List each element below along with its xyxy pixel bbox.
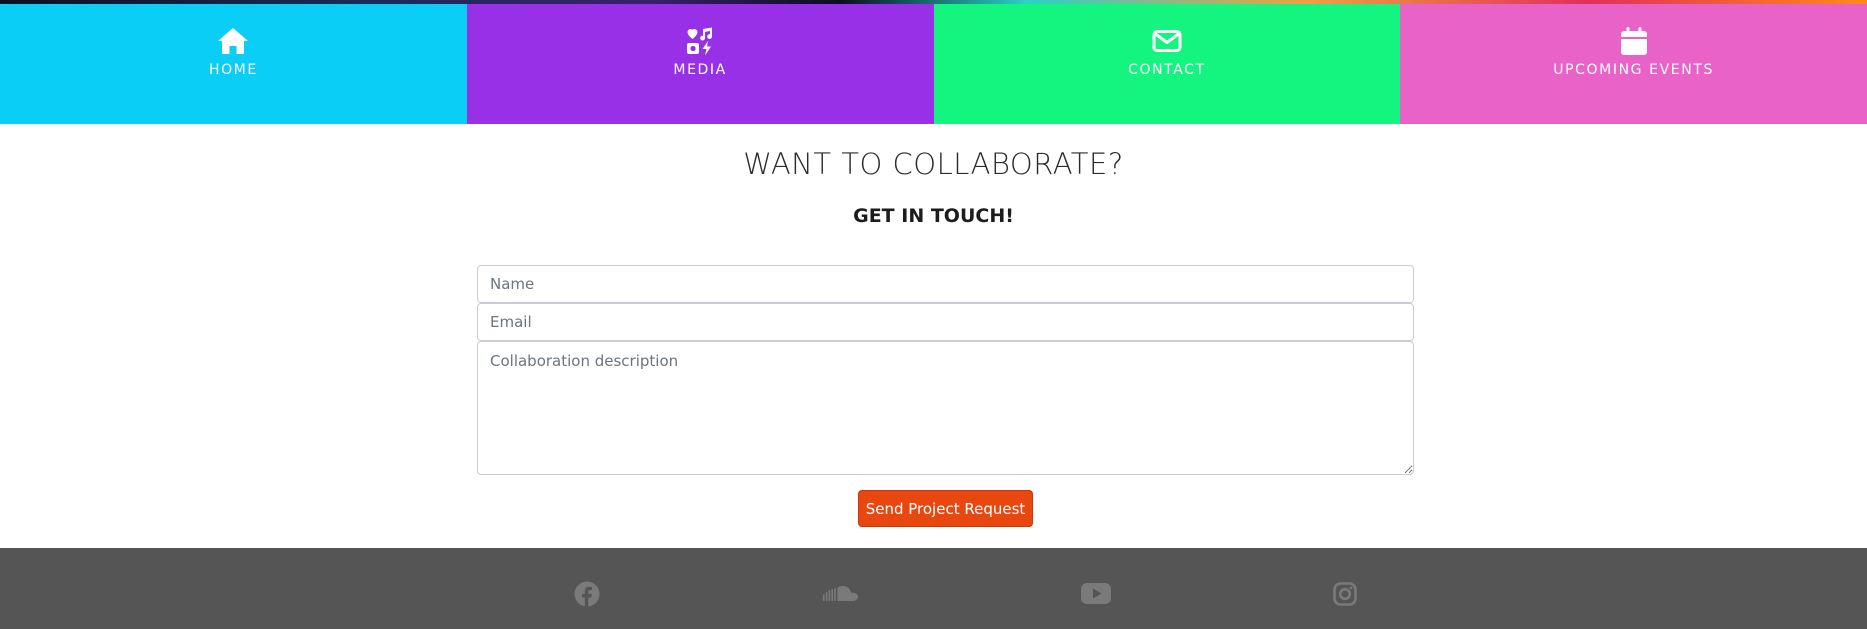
home-icon: [217, 26, 249, 56]
youtube-link[interactable]: [1080, 581, 1112, 611]
soundcloud-icon: [823, 585, 859, 608]
nav-item-contact[interactable]: CONTACT: [933, 4, 1401, 124]
email-input[interactable]: [477, 303, 1414, 341]
nav-item-upcoming-events[interactable]: UPCOMING EVENTS: [1400, 4, 1867, 124]
collaboration-form: [477, 265, 1414, 475]
envelope-icon: [1151, 26, 1183, 56]
instagram-icon: [1333, 581, 1357, 611]
soundcloud-link[interactable]: [823, 581, 859, 611]
instagram-link[interactable]: [1330, 581, 1360, 611]
page-subtitle: GET IN TOUCH!: [853, 205, 1014, 227]
youtube-icon: [1081, 583, 1111, 609]
nav-item-media[interactable]: MEDIA: [466, 4, 934, 124]
facebook-link[interactable]: [572, 581, 602, 611]
nav-item-label: UPCOMING EVENTS: [1553, 62, 1714, 78]
main-navigation: HOME MEDIA CONTACT UPCOMING EVENTS: [0, 4, 1867, 124]
name-input[interactable]: [477, 265, 1414, 303]
page-title: WANT TO COLLABORATE?: [743, 147, 1124, 181]
facebook-icon: [574, 581, 600, 612]
nav-item-label: CONTACT: [1128, 62, 1206, 78]
nav-item-label: MEDIA: [673, 62, 727, 78]
calendar-icon: [1618, 26, 1650, 56]
media-icon: [684, 26, 716, 56]
footer: [0, 548, 1867, 629]
nav-item-label: HOME: [208, 62, 258, 78]
nav-item-home[interactable]: HOME: [0, 4, 467, 124]
send-project-request-button[interactable]: Send Project Request: [858, 490, 1033, 527]
collaboration-description-textarea[interactable]: [477, 341, 1414, 475]
